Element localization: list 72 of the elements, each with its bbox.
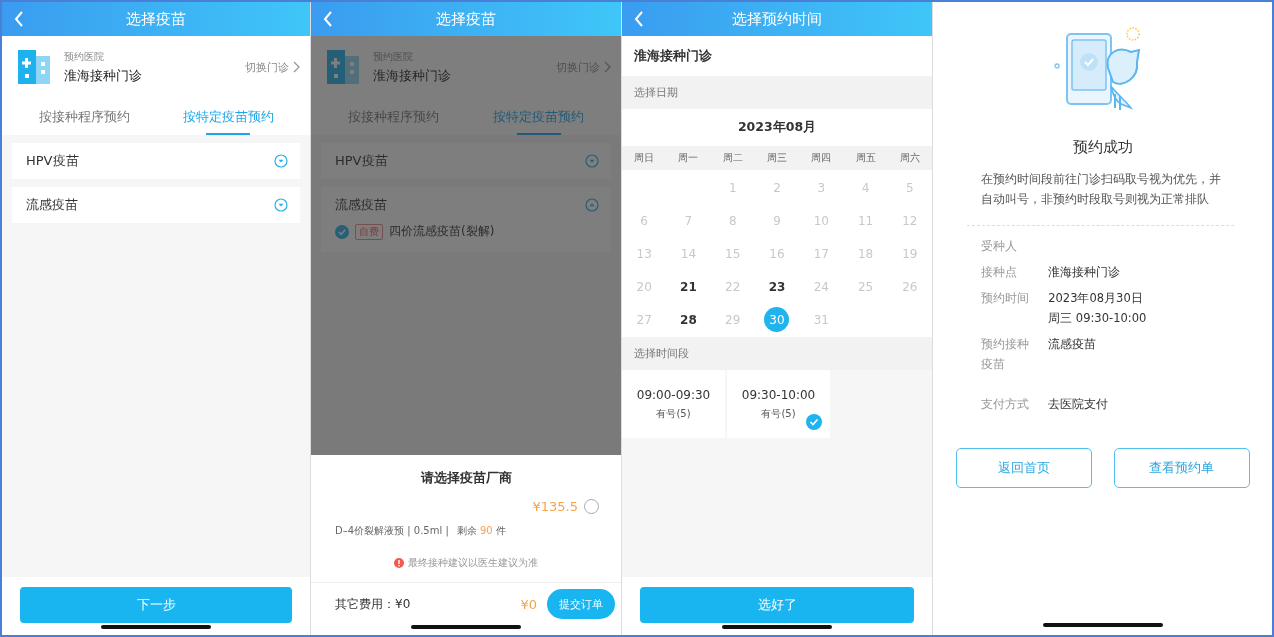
- page-title: 选择疫苗: [436, 9, 496, 29]
- detail-value: 周三 09:30-10:00: [1048, 310, 1147, 327]
- detail-label: 受种人: [981, 238, 1018, 255]
- weekday-label: 周日: [633, 151, 656, 165]
- price: ¥135.5: [532, 499, 578, 514]
- weekday-label: 周一: [677, 151, 700, 165]
- weekday-label: 周二: [721, 151, 744, 165]
- vaccine-group[interactable]: 流感疫苗: [12, 187, 300, 223]
- other-fees: 其它费用：¥0: [335, 595, 412, 613]
- time-slot[interactable]: 09:30-10:00 有号(5): [727, 370, 830, 438]
- back-icon[interactable]: [323, 11, 333, 27]
- weekday-label: 周六: [898, 151, 921, 165]
- vaccine-name: 四价流感疫苗(裂解): [389, 223, 495, 240]
- group-name: HPV疫苗: [335, 152, 388, 170]
- next-step-button[interactable]: 下一步: [20, 587, 292, 623]
- group-name: 流感疫苗: [26, 196, 78, 214]
- detail-value: 淮海接种门诊: [1048, 264, 1121, 281]
- calendar-day[interactable]: 21: [675, 274, 701, 299]
- tab[interactable]: 按接种程序预约: [12, 100, 156, 135]
- calendar-day[interactable]: 30: [764, 307, 790, 332]
- detail-value: 流感疫苗: [1048, 336, 1097, 353]
- confirm-button[interactable]: 选好了: [640, 587, 914, 623]
- expand-icon[interactable]: [274, 198, 288, 212]
- page-title: 选择预约时间: [732, 9, 822, 29]
- detail-label: 预约时间: [981, 290, 1030, 307]
- check-icon[interactable]: [335, 224, 349, 239]
- weekday-label: 周五: [854, 151, 877, 165]
- hospital-label: 预约医院: [64, 49, 105, 64]
- expand-icon[interactable]: [585, 154, 599, 168]
- clinic-name: 淮海接种门诊: [622, 36, 932, 76]
- vaccine-group[interactable]: HPV疫苗: [12, 143, 300, 179]
- calendar-day[interactable]: 23: [764, 274, 790, 299]
- spec-text: D–4价裂解液预 | 0.5ml |: [335, 524, 449, 538]
- tab[interactable]: 按特定疫苗预约: [156, 100, 300, 135]
- chevron-right-icon[interactable]: [604, 61, 611, 73]
- outline-button[interactable]: 查看预约单: [1113, 448, 1250, 488]
- submit-order-button[interactable]: 提交订单: [547, 589, 615, 619]
- section-label: 选择时间段: [622, 337, 932, 370]
- section-label: 选择日期: [622, 76, 932, 109]
- back-icon[interactable]: [14, 11, 24, 27]
- sheet-title: 请选择疫苗厂商: [419, 469, 513, 487]
- weekday-label: 周三: [766, 151, 788, 165]
- success-title: 预约成功: [1071, 138, 1134, 157]
- stock-text: 剩余 90 件: [456, 524, 506, 538]
- back-icon[interactable]: [634, 11, 644, 27]
- tab[interactable]: 按特定疫苗预约: [466, 100, 611, 135]
- vaccine-group[interactable]: HPV疫苗: [321, 143, 611, 179]
- advice-note: 最终接种建议以医生建议为准: [408, 556, 538, 570]
- detail-value: 2023年08月30日: [1048, 290, 1144, 307]
- total-price: ¥0: [520, 596, 537, 612]
- month-title: 2023年08月: [622, 109, 932, 146]
- time-slot[interactable]: 09:00-09:30 有号(5): [622, 370, 725, 438]
- group-name: HPV疫苗: [26, 152, 79, 170]
- calendar-day[interactable]: 28: [675, 307, 701, 332]
- detail-label: 接种点: [981, 264, 1018, 281]
- radio-button[interactable]: [584, 499, 599, 514]
- alert-icon: [394, 558, 404, 568]
- page-title: 选择疫苗: [126, 9, 186, 29]
- hospital-name: 淮海接种门诊: [373, 66, 452, 85]
- success-message: 在预约时间段前往门诊扫码取号视为优先，并自动叫号，非预约时段取号则视为正常排队: [981, 171, 1222, 208]
- hospital-name: 淮海接种门诊: [64, 66, 143, 85]
- weekday-label: 周四: [810, 151, 833, 165]
- check-icon: [806, 414, 822, 430]
- detail-value: 去医院支付: [1048, 396, 1109, 413]
- detail-label: 预约接种疫苗: [981, 336, 1030, 373]
- chevron-right-icon[interactable]: [293, 61, 300, 73]
- switch-clinic-link[interactable]: 切换门诊: [245, 59, 300, 75]
- outline-button[interactable]: 返回首页: [955, 448, 1092, 488]
- expand-icon[interactable]: [274, 154, 288, 168]
- detail-label: 支付方式: [981, 396, 1030, 413]
- group-name: 流感疫苗: [335, 196, 387, 214]
- collapse-icon[interactable]: [585, 198, 599, 212]
